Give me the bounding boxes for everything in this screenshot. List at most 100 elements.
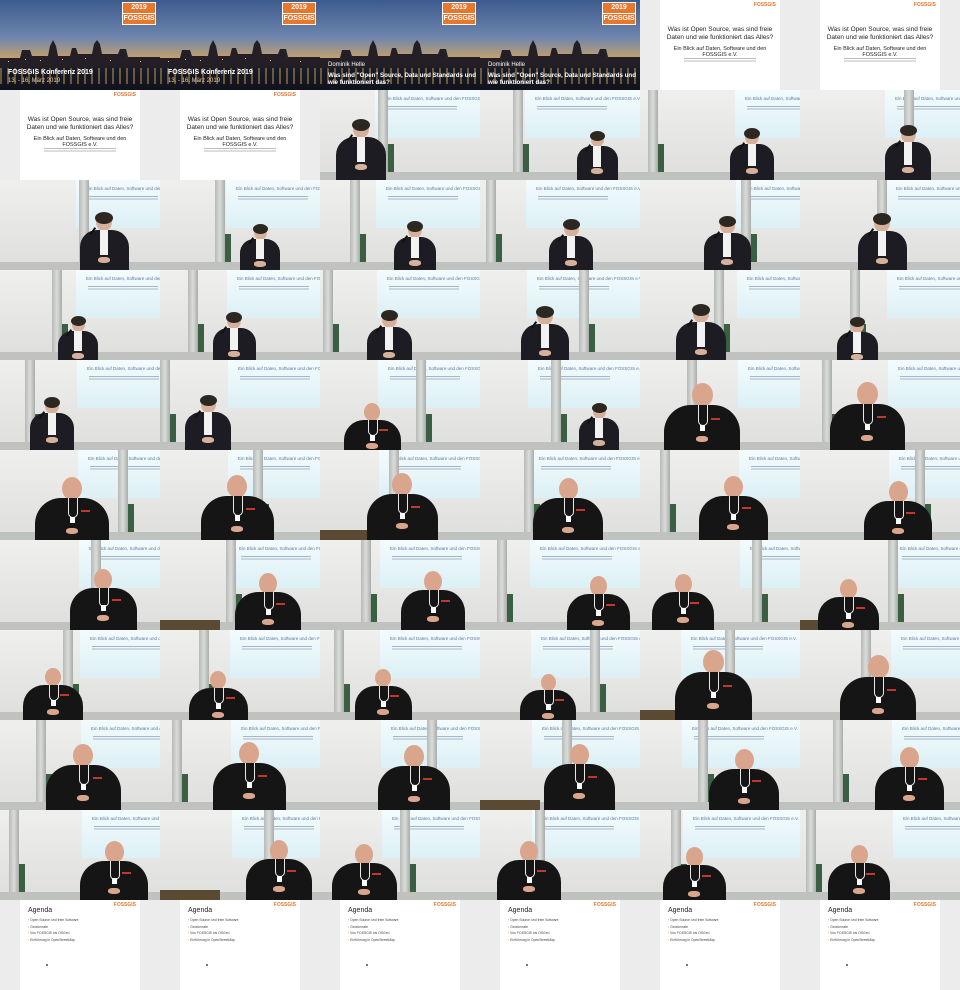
speaker [709, 749, 779, 810]
frame-speaker-polo: Ein Blick auf Daten, Software und den FO… [800, 360, 960, 450]
speaker-head [520, 841, 538, 862]
title-card-talk: 2019 FOSSGIS Dominik Helle Was sind "Open… [480, 0, 640, 90]
speaker-head [227, 475, 247, 498]
speaker-hands [383, 352, 395, 358]
frame-speaker-polo: Ein Blick auf Daten, Software und den FO… [320, 450, 480, 540]
agenda-heading: Agenda [668, 907, 693, 914]
wall-column [579, 270, 589, 360]
slide-page: FOSSGIS Agenda Open Source und freie Sof… [20, 900, 140, 990]
speaker-hands [707, 703, 719, 709]
speaker [857, 213, 907, 270]
projection-screen: Ein Blick auf Daten, Software und den FO… [893, 810, 960, 858]
agenda-heading: Agenda [348, 907, 373, 914]
speaker-head [104, 841, 124, 863]
frame-speaker-polo: Ein Blick auf Daten, Software und den FO… [0, 720, 160, 810]
shirt-logo [378, 429, 388, 431]
shirt-logo [906, 512, 915, 514]
screen-lines [747, 106, 800, 111]
speaker [829, 382, 905, 450]
screen-text: Ein Blick auf Daten, Software und den FO… [900, 546, 960, 551]
screen-lines [243, 736, 313, 741]
white-shirt [567, 236, 575, 258]
lanyard [575, 764, 585, 784]
speaker [497, 841, 561, 900]
speaker-hands [592, 620, 604, 626]
speaker-hair [718, 216, 736, 227]
screen-lines [898, 196, 960, 201]
name-badge [595, 610, 601, 616]
wall-column [36, 720, 46, 810]
speaker-hair [692, 304, 710, 316]
lanyard [429, 590, 439, 608]
speaker [549, 219, 593, 270]
screen-text: Ein Blick auf Daten, Software und den FO… [86, 186, 160, 191]
speaker-head [210, 671, 226, 689]
white-shirt [878, 231, 886, 256]
speaker-name: Dominik Helle [328, 62, 366, 68]
shirt-logo [855, 607, 865, 609]
speaker [366, 310, 412, 360]
screen-text: Ein Blick auf Daten, Software und den FO… [745, 96, 800, 101]
wall-column [648, 90, 658, 180]
screen-lines [900, 376, 960, 381]
stage-floor [800, 352, 960, 360]
slide-page: FOSSGIS Was ist Open Source, was sind fr… [660, 0, 780, 90]
shirt-logo [257, 775, 267, 777]
slide-meta-lines [684, 58, 756, 63]
screen-text: Ein Blick auf Daten, Software und den FO… [542, 816, 640, 821]
speaker [246, 840, 312, 900]
lanyard [68, 498, 78, 518]
screen-lines [901, 466, 960, 471]
speaker-name: Dominik Helle [488, 62, 526, 68]
speaker-head [674, 574, 692, 594]
lanyard [690, 865, 700, 882]
wall-column [833, 720, 843, 810]
frame-speaker-jacket: Ein Blick auf Daten, Software und den FO… [160, 180, 320, 270]
conference-title: FOSSGIS Konferenz 2019 [168, 69, 253, 76]
speaker [378, 745, 450, 810]
projection-screen: Ein Blick auf Daten, Software und den FO… [887, 270, 960, 318]
frame-speaker-polo: Ein Blick auf Daten, Software und den FO… [320, 540, 480, 630]
shirt-logo [389, 695, 399, 697]
shirt-logo [225, 697, 235, 699]
speaker-head [850, 845, 868, 865]
shirt-logo [605, 604, 615, 606]
wall-column [551, 360, 561, 450]
name-badge [361, 880, 367, 886]
speaker [664, 383, 740, 450]
speaker [566, 576, 630, 630]
speaker [579, 403, 619, 450]
lanyard [214, 688, 224, 704]
speaker-hands [903, 795, 915, 801]
wall-column [160, 360, 170, 450]
projection-screen: Ein Blick auf Daten, Software und den FO… [740, 540, 800, 588]
speaker-head [62, 477, 82, 500]
speaker-head [45, 668, 61, 686]
screen-text: Ein Blick auf Daten, Software und den FO… [902, 726, 960, 731]
lanyard [245, 763, 255, 783]
screen-lines [749, 286, 800, 291]
screen-lines [88, 286, 158, 291]
screen-lines [92, 646, 160, 651]
name-badge [895, 518, 901, 524]
lanyard [855, 863, 865, 880]
agenda-item: Einführung in OpenStreetMap [188, 937, 296, 944]
agenda-item: Einführung in OpenStreetMap [508, 937, 616, 944]
screen-lines [392, 556, 462, 561]
wall-column [806, 810, 816, 900]
lanyard [863, 404, 873, 425]
slide-page: FOSSGIS Agenda Open Source und freie Sof… [500, 900, 620, 990]
agenda-list: Open Source und freie Software Geoformat… [828, 917, 936, 943]
speaker-hair [44, 397, 60, 408]
frame-speaker-polo: Ein Blick auf Daten, Software und den FO… [320, 810, 480, 900]
screen-text: Ein Blick auf Daten, Software und den FO… [238, 366, 320, 371]
projection-screen: Ein Blick auf Daten, Software und den FO… [227, 270, 320, 318]
frame-speaker-polo: Ein Blick auf Daten, Software und den FO… [480, 540, 640, 630]
speaker-hands [876, 258, 888, 264]
frame-speaker-polo: Ein Blick auf Daten, Software und den FO… [640, 450, 800, 540]
speaker-hands [46, 437, 58, 443]
slide-dot [846, 964, 848, 966]
speaker-hair [899, 125, 917, 136]
wall-column [9, 810, 19, 900]
speaker-hair [873, 213, 891, 225]
